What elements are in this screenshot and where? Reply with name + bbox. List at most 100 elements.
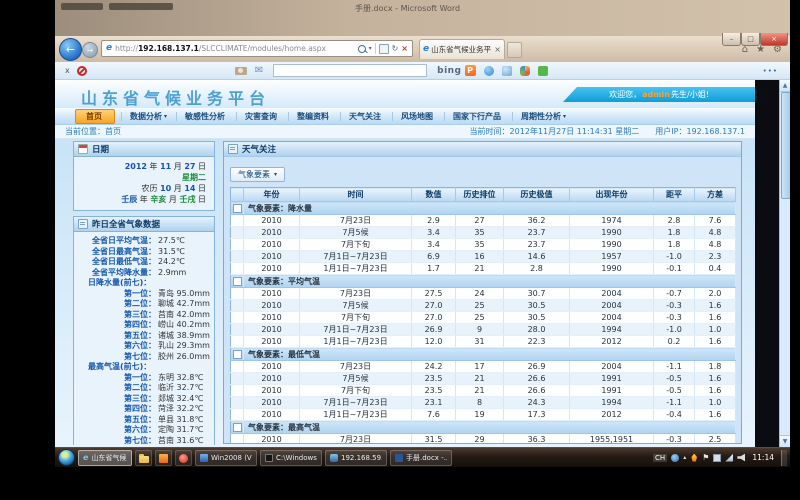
messenger-icon[interactable] [484, 66, 494, 76]
nav-item[interactable]: 风场地图 [392, 109, 444, 124]
section-header-row[interactable]: 气象要素：最高气温 [231, 421, 736, 434]
maximize-button[interactable]: □ [741, 33, 760, 46]
stop-icon[interactable]: × [401, 44, 408, 53]
scroll-up-arrow[interactable]: ▲ [780, 80, 790, 92]
column-header[interactable]: 数值 [412, 188, 456, 202]
forward-button[interactable]: → [82, 42, 98, 58]
search-icon[interactable] [358, 45, 366, 53]
nav-item[interactable]: 整编资料 [288, 109, 340, 124]
nav-item[interactable]: 周期性分析▾ [512, 109, 575, 124]
settings-gear-icon[interactable]: ⚙ [773, 45, 782, 55]
compatibility-view-icon[interactable] [379, 44, 389, 54]
table-row[interactable]: 20107月23日2.92736.219742.87.6 [231, 215, 736, 227]
table-row[interactable]: 20107月5候3.43523.719901.84.8 [231, 227, 736, 239]
ie-icon: e [83, 454, 88, 462]
taskbar-clock[interactable]: 11:14 [752, 453, 774, 462]
favorites-star-icon[interactable]: ★ [756, 45, 765, 55]
column-header[interactable]: 年份 [244, 188, 300, 202]
table-row[interactable]: 20107月1日~7月23日26.9928.01994-1.01.0 [231, 324, 736, 336]
table-row[interactable]: 20107月5候27.02530.52004-0.31.6 [231, 300, 736, 312]
refresh-icon[interactable]: ↻ [392, 44, 399, 53]
tab-close-icon[interactable]: × [494, 45, 501, 54]
table-cell: 2004 [570, 288, 654, 300]
column-header[interactable]: 距平 [654, 188, 695, 202]
section-checkbox[interactable] [233, 423, 242, 432]
nav-item[interactable]: 敏感性分析 [176, 109, 236, 124]
plugin-icon[interactable] [538, 66, 548, 76]
network-icon[interactable] [725, 454, 733, 462]
column-header[interactable]: 时间 [300, 188, 412, 202]
pet-icon[interactable] [520, 66, 530, 76]
close-button[interactable]: × [760, 33, 788, 46]
status-row: 当前位置：首页 当前时间：2012年11月27日 11:14:31 星期二 用户… [55, 125, 755, 139]
nav-item[interactable]: 灾害查询 [236, 109, 288, 124]
new-tab-button[interactable] [507, 42, 522, 58]
back-button[interactable]: ← [59, 38, 82, 61]
media-player-icon[interactable] [175, 450, 192, 466]
table-cell: 0.4 [695, 263, 736, 275]
action-center-flag-icon[interactable]: ⚑ [702, 454, 709, 462]
table-row[interactable]: 20101月1日~7月23日1.7212.81990-0.10.4 [231, 263, 736, 275]
scrollbar-thumb[interactable] [781, 92, 790, 199]
display-icon[interactable] [713, 454, 721, 462]
table-row[interactable]: 20107月1日~7月23日23.1824.31994-1.11.0 [231, 397, 736, 409]
scroll-down-arrow[interactable]: ▼ [780, 435, 790, 447]
column-header[interactable]: 历史排位 [456, 188, 504, 202]
explorer-icon[interactable] [135, 450, 152, 466]
table-row[interactable]: 20107月23日31.52936.31955,1951-0.32.5 [231, 434, 736, 445]
taskbar-active-window[interactable]: e 山东省气候业务平台 [78, 450, 132, 466]
minimize-button[interactable]: – [722, 33, 741, 46]
section-header-row[interactable]: 气象要素：最低气温 [231, 348, 736, 361]
table-row[interactable]: 20101月1日~7月23日12.03122.320120.21.6 [231, 336, 736, 348]
section-header-row[interactable]: 气象要素：降水量 [231, 202, 736, 215]
nav-item[interactable]: 天气关注 [340, 109, 392, 124]
table-row[interactable]: 20107月23日24.21726.92004-1.11.8 [231, 361, 736, 373]
column-header[interactable]: 历史极值 [504, 188, 570, 202]
column-header[interactable]: 出现年份 [570, 188, 654, 202]
address-bar[interactable]: e http://192.168.137.1/SLCCLIMATE/module… [101, 40, 413, 57]
table-cell: 3.4 [412, 239, 456, 251]
table-cell: 2.5 [695, 434, 736, 445]
table-row[interactable]: 20107月1日~7月23日6.91614.61957-1.02.3 [231, 251, 736, 263]
home-icon[interactable]: ⌂ [742, 45, 748, 55]
taskbar-window-button[interactable]: C:\Windows\s... [260, 450, 322, 466]
taskbar-window-button[interactable]: 192.168.59.99... [325, 450, 387, 466]
table-row[interactable]: 20107月5候23.52126.61991-0.51.6 [231, 373, 736, 385]
camera-icon[interactable] [235, 67, 247, 75]
security-icon[interactable] [690, 454, 698, 462]
p-badge-icon[interactable]: P [465, 65, 476, 76]
overflow-icon[interactable]: ••• [763, 67, 778, 75]
table-row[interactable]: 20107月23日27.52430.72004-0.72.0 [231, 288, 736, 300]
taskbar-window-button[interactable]: 手册.docx -... [390, 450, 452, 466]
taskbar-window-button[interactable]: Win2008 (VS2... [195, 450, 257, 466]
task-icon [395, 454, 403, 462]
toolbar-search-input[interactable] [273, 64, 427, 77]
table-row[interactable]: 20107月下旬27.02530.52004-0.31.6 [231, 312, 736, 324]
element-filter-button[interactable]: 气象要素 ▾ [230, 167, 285, 182]
browser-tab[interactable]: e 山东省气候业务平... × [419, 39, 505, 59]
show-desktop-button[interactable] [781, 450, 787, 466]
search-dropdown-icon[interactable]: ▾ [369, 45, 372, 52]
start-button[interactable] [58, 449, 75, 466]
section-checkbox[interactable] [233, 204, 242, 213]
nav-item[interactable]: 国家下行产品 [444, 109, 512, 124]
section-checkbox[interactable] [233, 277, 242, 286]
volume-icon[interactable] [737, 454, 745, 462]
table-row[interactable]: 20101月1日~7月23日7.61917.32012-0.41.6 [231, 409, 736, 421]
table-row[interactable]: 20107月下旬3.43523.719901.84.8 [231, 239, 736, 251]
section-header-row[interactable]: 气象要素：平均气温 [231, 275, 736, 288]
toolbar-close-button[interactable]: x [65, 66, 70, 75]
app-icon-orange[interactable] [155, 450, 172, 466]
table-row[interactable]: 20107月下旬23.52126.61991-0.51.6 [231, 385, 736, 397]
nav-item[interactable]: 首页 [75, 109, 115, 124]
network-globe-icon[interactable] [671, 454, 679, 462]
mail-icon[interactable]: ✉ [255, 66, 263, 76]
section-checkbox[interactable] [233, 350, 242, 359]
contacts-icon[interactable] [502, 66, 512, 76]
url-text[interactable]: http://192.168.137.1/SLCCLIMATE/modules/… [115, 44, 357, 53]
nav-item[interactable]: 数据分析▾ [121, 109, 176, 124]
language-indicator[interactable]: CH [653, 454, 667, 462]
column-header[interactable]: 方差 [695, 188, 736, 202]
hidden-icons-arrow[interactable]: ▴ [683, 455, 686, 461]
page-scrollbar[interactable]: ▲ ▼ [779, 80, 790, 447]
